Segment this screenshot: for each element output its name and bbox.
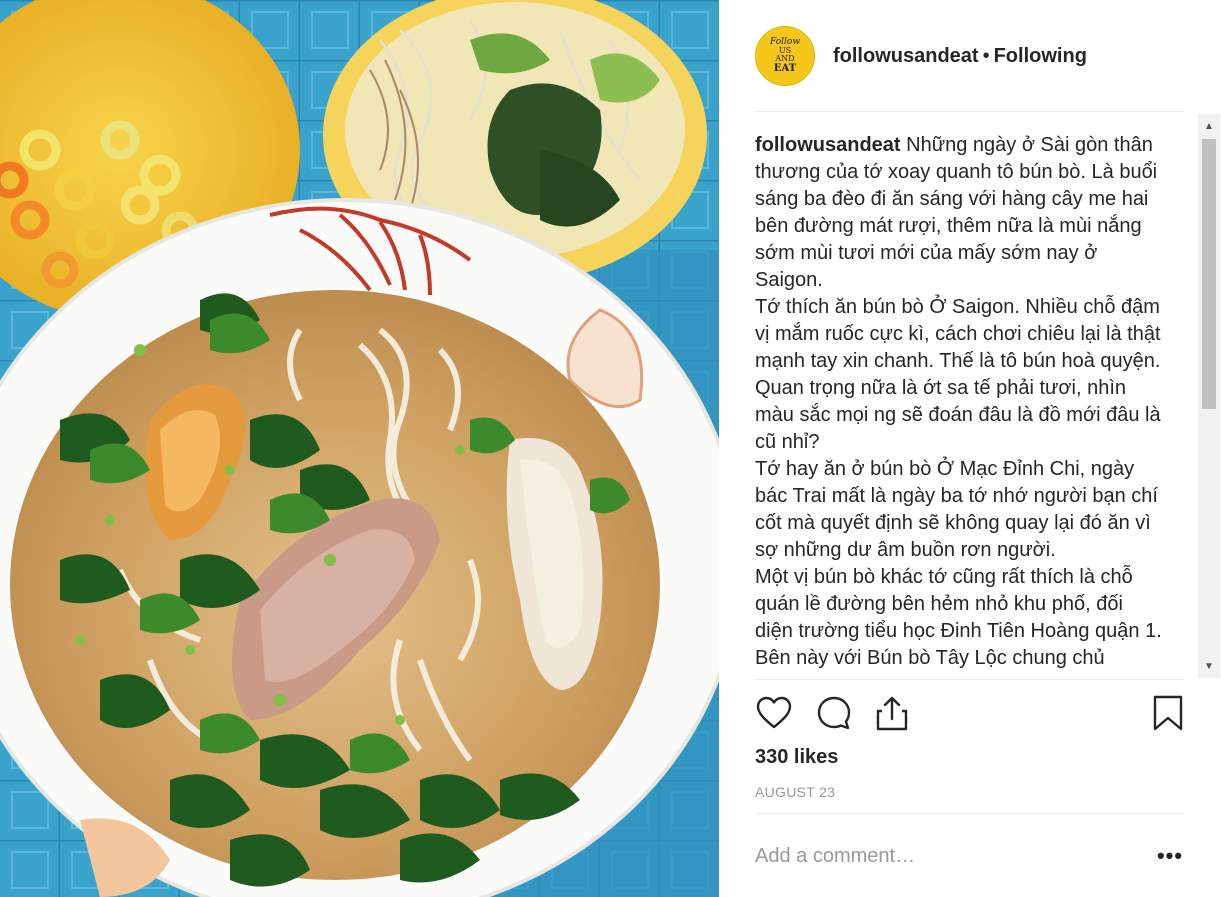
share-icon <box>876 696 908 731</box>
comment-icon <box>817 696 851 730</box>
caption-text: Những ngày ở Sài gòn thân thương của tớ … <box>755 134 1158 291</box>
action-bar <box>755 694 1185 734</box>
following-button[interactable]: Following <box>994 45 1087 67</box>
caption-paragraph: followusandeat Những ngày ở Sài gòn thân… <box>755 132 1163 294</box>
post-header: Follow US AND EAT followusandeat • Followi… <box>755 26 1185 86</box>
avatar[interactable]: Follow US AND EAT <box>755 26 815 86</box>
avatar-text-line4: EAT <box>773 63 797 74</box>
caption: followusandeat Những ngày ở Sài gòn thân… <box>755 120 1195 672</box>
caption-scrollbar[interactable]: ▲ ▼ <box>1198 114 1220 678</box>
bun-bo-photo <box>0 0 719 897</box>
like-button[interactable] <box>755 694 793 732</box>
caption-username-link[interactable]: followusandeat <box>755 134 901 156</box>
caption-paragraph: Tớ hay ăn ở bún bò Ở Mạc Đỉnh Chi, ngày … <box>755 458 1158 561</box>
comment-button[interactable] <box>815 694 853 732</box>
header-separator: • <box>982 45 990 67</box>
header-divider <box>755 111 1185 112</box>
caption-scroll-area[interactable]: followusandeat Những ngày ở Sài gòn thân… <box>755 120 1195 678</box>
actions-divider <box>755 679 1185 680</box>
scrollbar-thumb[interactable] <box>1202 139 1216 409</box>
comment-divider <box>755 813 1185 814</box>
post-date[interactable]: AUGUST 23 <box>755 784 835 800</box>
likes-count[interactable]: 330 likes <box>755 746 838 769</box>
header-username-link[interactable]: followusandeat <box>833 45 979 67</box>
more-options-icon[interactable]: ••• <box>1155 842 1185 870</box>
bookmark-button[interactable] <box>1149 694 1187 732</box>
comment-input[interactable] <box>755 844 1135 868</box>
caption-paragraph: Tớ thích ăn bún bò Ở Saigon. Nhiều chỗ đ… <box>755 296 1161 453</box>
scroll-down-arrow-icon[interactable]: ▼ <box>1198 656 1220 676</box>
avatar-text-line3: AND <box>775 54 795 63</box>
caption-paragraph: Một vị bún bò khác tớ cũng rất thích là … <box>755 566 1162 669</box>
post-detail-panel: Follow US AND EAT followusandeat • Followi… <box>719 0 1221 897</box>
scroll-up-arrow-icon[interactable]: ▲ <box>1198 116 1220 136</box>
post-photo[interactable] <box>0 0 719 897</box>
heart-icon <box>756 696 792 729</box>
comment-bar: ••• <box>755 834 1185 878</box>
header-text: followusandeat • Following <box>833 44 1087 68</box>
bookmark-icon <box>1153 695 1183 731</box>
share-button[interactable] <box>873 694 911 732</box>
